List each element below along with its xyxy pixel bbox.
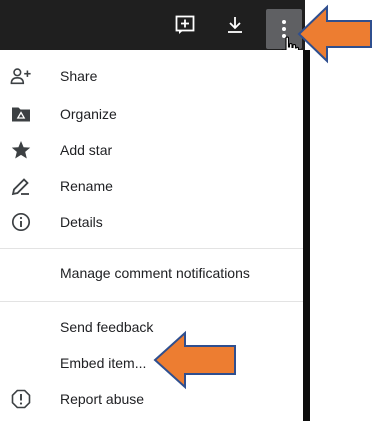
menu-item-label: Organize (60, 106, 117, 122)
menu-item-rename[interactable]: Rename (0, 168, 303, 204)
menu-item-share[interactable]: Share (0, 58, 303, 94)
menu-item-label: Details (60, 214, 103, 230)
viewer-edge (303, 50, 310, 421)
download-button[interactable] (220, 10, 250, 40)
menu-divider (0, 301, 303, 302)
person-add-icon (10, 65, 32, 87)
menu-item-label: Send feedback (60, 319, 154, 335)
pencil-icon (10, 175, 32, 197)
menu-item-organize[interactable]: Organize (0, 96, 303, 132)
menu-divider (0, 248, 303, 249)
menu-item-label: Report abuse (60, 391, 145, 407)
menu-item-details[interactable]: Details (0, 204, 303, 240)
menu-item-manage-comment-notifications[interactable]: Manage comment notifications (0, 255, 303, 291)
menu-item-label: Add star (60, 142, 113, 158)
add-comment-button[interactable] (170, 10, 200, 40)
menu-item-label: Rename (60, 178, 113, 194)
menu-item-label: Manage comment notifications (60, 265, 250, 281)
download-icon (228, 17, 242, 33)
folder-icon (10, 103, 32, 125)
menu-item-label: Embed item... (60, 355, 147, 371)
report-icon (10, 388, 32, 410)
menu-item-add-star[interactable]: Add star (0, 132, 303, 168)
add-comment-icon (175, 15, 195, 34)
menu-item-label: Share (60, 68, 98, 84)
viewer-toolbar (0, 0, 305, 50)
star-icon (10, 139, 32, 161)
info-icon (10, 211, 32, 233)
annotation-arrow-more (297, 4, 372, 64)
annotation-arrow-embed (153, 330, 236, 390)
